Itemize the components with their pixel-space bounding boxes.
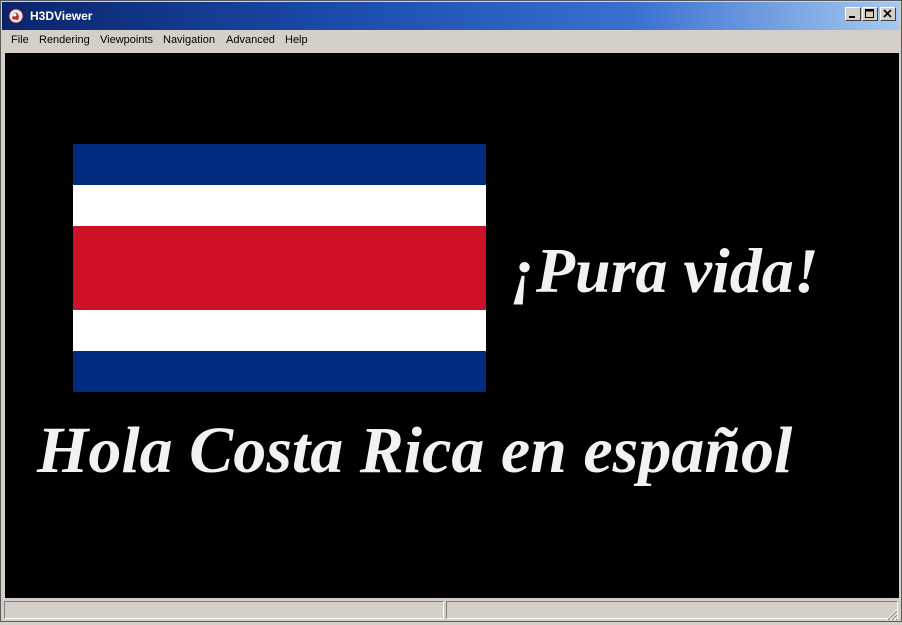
flag-stripe-blue-bottom	[73, 351, 486, 392]
status-pane-left	[4, 601, 444, 619]
flag-stripe-white-top	[73, 185, 486, 226]
resize-grip-icon[interactable]	[885, 606, 898, 621]
pura-vida-text: ¡Pura vida!	[511, 235, 819, 306]
status-pane-right	[446, 601, 898, 619]
menu-rendering[interactable]: Rendering	[38, 33, 91, 47]
app-window: H3DViewer File Rendering Viewpoints Navi…	[0, 0, 902, 622]
flag-stripe-blue-top	[73, 144, 486, 185]
close-button[interactable]	[880, 7, 896, 21]
menu-help[interactable]: Help	[284, 33, 309, 47]
hola-costa-rica-text: Hola Costa Rica en español	[37, 414, 793, 487]
flag-stripe-white-bottom	[73, 310, 486, 351]
maximize-button[interactable]	[862, 7, 878, 21]
menu-file[interactable]: File	[10, 33, 30, 47]
status-bar	[2, 599, 900, 621]
maximize-icon	[865, 9, 874, 18]
menu-bar: File Rendering Viewpoints Navigation Adv…	[2, 30, 900, 51]
h3d-app-icon[interactable]	[8, 8, 24, 24]
menu-viewpoints[interactable]: Viewpoints	[99, 33, 154, 47]
minimize-button[interactable]	[845, 7, 861, 21]
flag-stripe-red	[73, 226, 486, 310]
close-icon	[883, 9, 892, 18]
title-bar[interactable]: H3DViewer	[2, 2, 900, 30]
costa-rica-flag	[73, 144, 486, 392]
render-viewport[interactable]: ¡Pura vida! Hola Costa Rica en español	[5, 53, 899, 598]
minimize-icon	[849, 16, 855, 18]
menu-advanced[interactable]: Advanced	[225, 33, 276, 47]
menu-navigation[interactable]: Navigation	[162, 33, 216, 47]
window-title: H3DViewer	[30, 9, 93, 23]
